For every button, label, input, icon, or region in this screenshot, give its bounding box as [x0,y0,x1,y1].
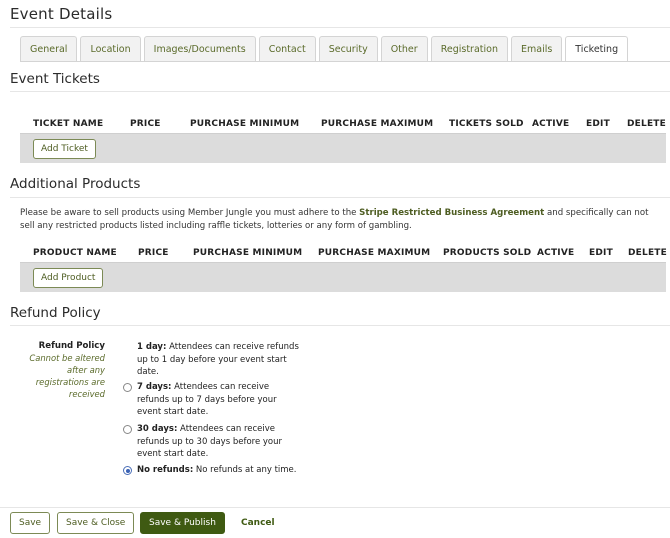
col-price: PRICE [138,248,169,258]
products-table-body [20,262,666,292]
col-product-name: PRODUCT NAME [33,248,117,258]
tab-location[interactable]: Location [80,36,141,61]
tab-other[interactable]: Other [380,36,428,61]
tab-general[interactable]: General [20,36,78,61]
add-ticket-button[interactable]: Add Ticket [33,139,96,159]
refund-policy-hint: Cannot be altered after any registration… [29,353,105,399]
col-edit: EDIT [586,119,610,129]
products-notice: Please be aware to sell products using M… [20,207,660,233]
col-purchase-minimum: PURCHASE MINIMUM [193,248,303,258]
notice-text-before: Please be aware to sell products using M… [20,208,360,218]
refund-option-1-day: 1 day: Attendees can receive refunds up … [137,341,302,379]
tab-security[interactable]: Security [318,36,378,61]
title-divider [10,27,670,28]
refund-option-7-days[interactable]: 7 days: Attendees can receive refunds up… [137,381,302,419]
tickets-table-body [20,133,666,163]
refund-policy-heading: Refund Policy [10,305,101,321]
col-delete: DELETE [627,119,666,129]
refund-policy-label: Refund Policy [38,341,105,351]
col-purchase-maximum: PURCHASE MAXIMUM [318,248,431,258]
additional-products-heading: Additional Products [10,176,141,192]
tab-ticketing[interactable]: Ticketing [565,36,629,62]
event-tickets-heading: Event Tickets [10,71,100,87]
col-purchase-minimum: PURCHASE MINIMUM [190,119,300,129]
tab-images-documents[interactable]: Images/Documents [143,36,256,61]
tab-contact[interactable]: Contact [258,36,316,61]
col-active: ACTIVE [537,248,575,258]
refund-radio-no-refunds[interactable] [123,466,132,475]
tickets-divider [10,91,670,92]
tab-emails[interactable]: Emails [510,36,563,61]
refund-divider [10,325,670,326]
tabs-divider [20,61,670,62]
option-title: 7 days: [137,382,172,392]
col-price: PRICE [130,119,161,129]
option-title: No refunds: [137,465,194,475]
col-active: ACTIVE [532,119,570,129]
refund-radio-30-days[interactable] [123,425,132,434]
save-close-button[interactable]: Save & Close [57,512,135,534]
stripe-agreement-link[interactable]: Stripe Restricted Business Agreement [359,208,544,218]
cancel-button[interactable]: Cancel [233,512,283,534]
tab-bar: General Location Images/Documents Contac… [20,36,629,62]
option-title: 30 days: [137,424,178,434]
save-button[interactable]: Save [10,512,51,534]
col-purchase-maximum: PURCHASE MAXIMUM [321,119,434,129]
col-tickets-sold: TICKETS SOLD [449,119,524,129]
refund-option-30-days[interactable]: 30 days: Attendees can receive refunds u… [137,423,302,461]
products-divider [10,197,670,198]
option-title: 1 day: [137,342,167,352]
save-publish-button[interactable]: Save & Publish [140,512,225,534]
tab-registration[interactable]: Registration [430,36,508,61]
refund-policy-label-block: Refund Policy Cannot be altered after an… [20,341,105,400]
page-title: Event Details [10,5,113,23]
add-product-button[interactable]: Add Product [33,268,104,288]
col-edit: EDIT [589,248,613,258]
col-products-sold: PRODUCTS SOLD [443,248,532,258]
refund-option-no-refunds[interactable]: No refunds: No refunds at any time. [137,464,302,477]
col-ticket-name: TICKET NAME [33,119,104,129]
option-description: No refunds at any time. [193,465,297,475]
refund-radio-7-days[interactable] [123,383,132,392]
footer-divider [0,507,670,508]
col-delete: DELETE [628,248,667,258]
